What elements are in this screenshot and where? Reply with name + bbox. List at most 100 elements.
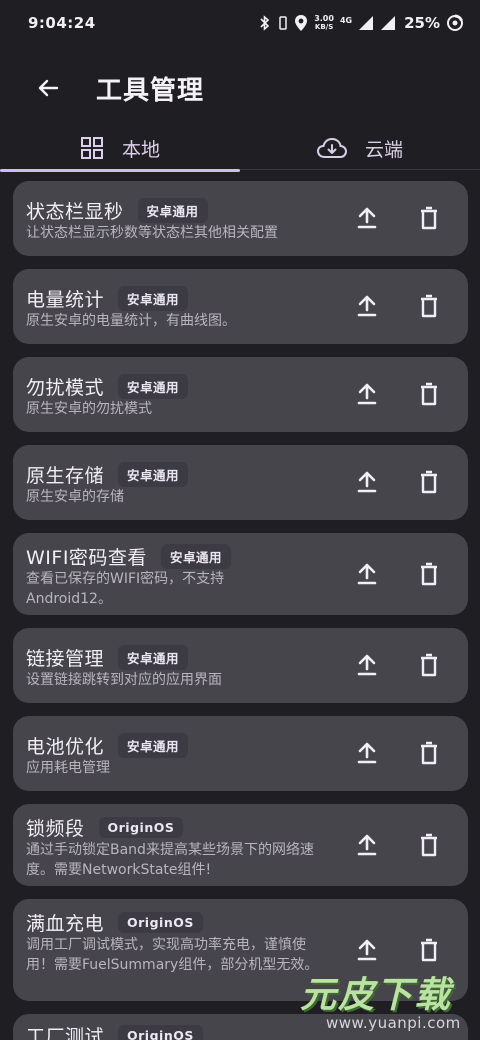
tool-card[interactable]: 原生存储 安卓通用 原生安卓的存储 bbox=[13, 445, 468, 520]
trash-icon bbox=[421, 562, 437, 586]
upload-button[interactable] bbox=[356, 937, 378, 963]
tool-title: WIFI密码查看 bbox=[26, 547, 147, 569]
upload-icon bbox=[357, 383, 377, 405]
tab-cloud-label: 云端 bbox=[364, 138, 403, 161]
cloud-download-icon bbox=[316, 137, 347, 158]
net-speed: 3.00 KB/S bbox=[314, 14, 334, 32]
tool-desc: 查看已保存的WIFI密码，不支持Android12。 bbox=[26, 571, 225, 607]
upload-icon bbox=[357, 654, 377, 676]
upload-button[interactable] bbox=[356, 205, 378, 231]
delete-button[interactable] bbox=[418, 293, 440, 319]
tool-desc: 原生安卓的勿扰模式 bbox=[26, 401, 152, 417]
tool-desc: 应用耗电管理 bbox=[26, 760, 110, 776]
upload-icon bbox=[357, 471, 377, 493]
network-type: 4G bbox=[339, 16, 353, 25]
upload-icon bbox=[357, 207, 377, 229]
tool-desc: 调用工厂调试模式，实现高功率充电，谨慎使用！需要FuelSummary组件，部分… bbox=[26, 937, 319, 973]
net-speed-unit: KB/S bbox=[314, 23, 334, 31]
grid-icon bbox=[80, 137, 103, 159]
delete-button[interactable] bbox=[418, 740, 440, 766]
watermark-url: www.yuanpi.com bbox=[326, 1014, 461, 1032]
upload-icon bbox=[357, 834, 377, 856]
tool-card[interactable]: 电量统计 安卓通用 原生安卓的电量统计，有曲线图。 bbox=[13, 269, 468, 344]
upload-button[interactable] bbox=[356, 469, 378, 495]
upload-button[interactable] bbox=[356, 293, 378, 319]
bluetooth-icon bbox=[258, 15, 272, 31]
tool-badge: 安卓通用 bbox=[118, 645, 189, 670]
tool-title: 电池优化 bbox=[26, 736, 105, 758]
tool-card[interactable]: WIFI密码查看 安卓通用 查看已保存的WIFI密码，不支持Android12。 bbox=[13, 533, 468, 615]
tool-badge: 安卓通用 bbox=[118, 374, 189, 399]
app-bar: 工具管理 bbox=[0, 56, 480, 120]
watermark: 元皮下载 www.yuanpi.com bbox=[300, 966, 480, 1040]
tool-title: 电量统计 bbox=[26, 289, 105, 311]
upload-button[interactable] bbox=[356, 561, 378, 587]
tool-badge: 安卓通用 bbox=[118, 733, 189, 758]
trash-icon bbox=[421, 470, 437, 494]
tool-title: 锁频段 bbox=[26, 818, 85, 840]
tab-local-label: 本地 bbox=[121, 138, 160, 161]
location-icon bbox=[294, 14, 308, 32]
trash-icon bbox=[421, 653, 437, 677]
vibrate-icon bbox=[278, 15, 288, 31]
delete-button[interactable] bbox=[418, 832, 440, 858]
tool-desc: 设置链接跳转到对应的应用界面 bbox=[26, 672, 222, 688]
upload-icon bbox=[357, 742, 377, 764]
trash-icon bbox=[421, 741, 437, 765]
tool-title: 工厂测试 bbox=[26, 1026, 105, 1040]
tool-title: 链接管理 bbox=[26, 648, 105, 670]
tool-card[interactable]: 电池优化 安卓通用 应用耗电管理 bbox=[13, 716, 468, 791]
trash-icon bbox=[421, 294, 437, 318]
battery-percent: 25% bbox=[404, 14, 440, 32]
status-time: 9:04:24 bbox=[28, 14, 96, 32]
tab-bar: 本地 云端 bbox=[0, 126, 480, 172]
tab-cloud[interactable]: 云端 bbox=[240, 126, 480, 170]
signal-icon bbox=[358, 15, 374, 31]
upload-button[interactable] bbox=[356, 381, 378, 407]
tool-card[interactable]: 勿扰模式 安卓通用 原生安卓的勿扰模式 bbox=[13, 357, 468, 432]
signal-icon-2 bbox=[380, 15, 396, 31]
upload-icon bbox=[357, 295, 377, 317]
tool-desc: 原生安卓的存储 bbox=[26, 489, 124, 505]
delete-button[interactable] bbox=[418, 937, 440, 963]
tool-badge: OriginOS bbox=[98, 817, 184, 838]
back-button[interactable] bbox=[24, 64, 72, 112]
battery-icon bbox=[446, 14, 464, 32]
delete-button[interactable] bbox=[418, 205, 440, 231]
tool-title: 状态栏显秒 bbox=[26, 201, 124, 223]
tool-card[interactable]: 链接管理 安卓通用 设置链接跳转到对应的应用界面 bbox=[13, 628, 468, 703]
trash-icon bbox=[421, 206, 437, 230]
trash-icon bbox=[421, 938, 437, 962]
net-speed-value: 3.00 bbox=[314, 14, 334, 23]
tool-desc: 让状态栏显示秒数等状态栏其他相关配置 bbox=[26, 225, 278, 241]
tool-desc: 通过手动锁定Band来提高某些场景下的网络速度。需要NetworkState组件… bbox=[26, 842, 314, 878]
tool-badge: OriginOS bbox=[118, 1025, 203, 1040]
tool-badge: 安卓通用 bbox=[118, 462, 189, 487]
tool-badge: 安卓通用 bbox=[118, 286, 189, 311]
tool-card[interactable]: 状态栏显秒 安卓通用 让状态栏显示秒数等状态栏其他相关配置 bbox=[13, 181, 468, 256]
page-title: 工具管理 bbox=[96, 75, 205, 106]
tool-desc: 原生安卓的电量统计，有曲线图。 bbox=[26, 313, 236, 329]
tab-local[interactable]: 本地 bbox=[0, 126, 240, 172]
tool-badge: 安卓通用 bbox=[160, 544, 231, 569]
upload-button[interactable] bbox=[356, 652, 378, 678]
tool-title: 勿扰模式 bbox=[26, 377, 105, 399]
tool-card[interactable]: 锁频段 OriginOS 通过手动锁定Band来提高某些场景下的网络速度。需要N… bbox=[13, 804, 468, 886]
status-bar: 9:04:24 3.00 KB/S 4G 25% bbox=[0, 0, 480, 46]
tool-title: 原生存储 bbox=[26, 465, 105, 487]
status-icons: 3.00 KB/S 4G 25% bbox=[258, 14, 464, 32]
upload-button[interactable] bbox=[356, 740, 378, 766]
delete-button[interactable] bbox=[418, 652, 440, 678]
delete-button[interactable] bbox=[418, 469, 440, 495]
trash-icon bbox=[421, 382, 437, 406]
upload-button[interactable] bbox=[356, 832, 378, 858]
watermark-logo: 元皮下载 bbox=[300, 975, 453, 1016]
trash-icon bbox=[421, 833, 437, 857]
tool-badge: OriginOS bbox=[118, 912, 203, 933]
delete-button[interactable] bbox=[418, 381, 440, 407]
tool-title: 满血充电 bbox=[26, 913, 105, 935]
upload-icon bbox=[357, 563, 377, 585]
delete-button[interactable] bbox=[418, 561, 440, 587]
arrow-left-icon bbox=[38, 79, 59, 97]
tool-badge: 安卓通用 bbox=[137, 198, 208, 223]
